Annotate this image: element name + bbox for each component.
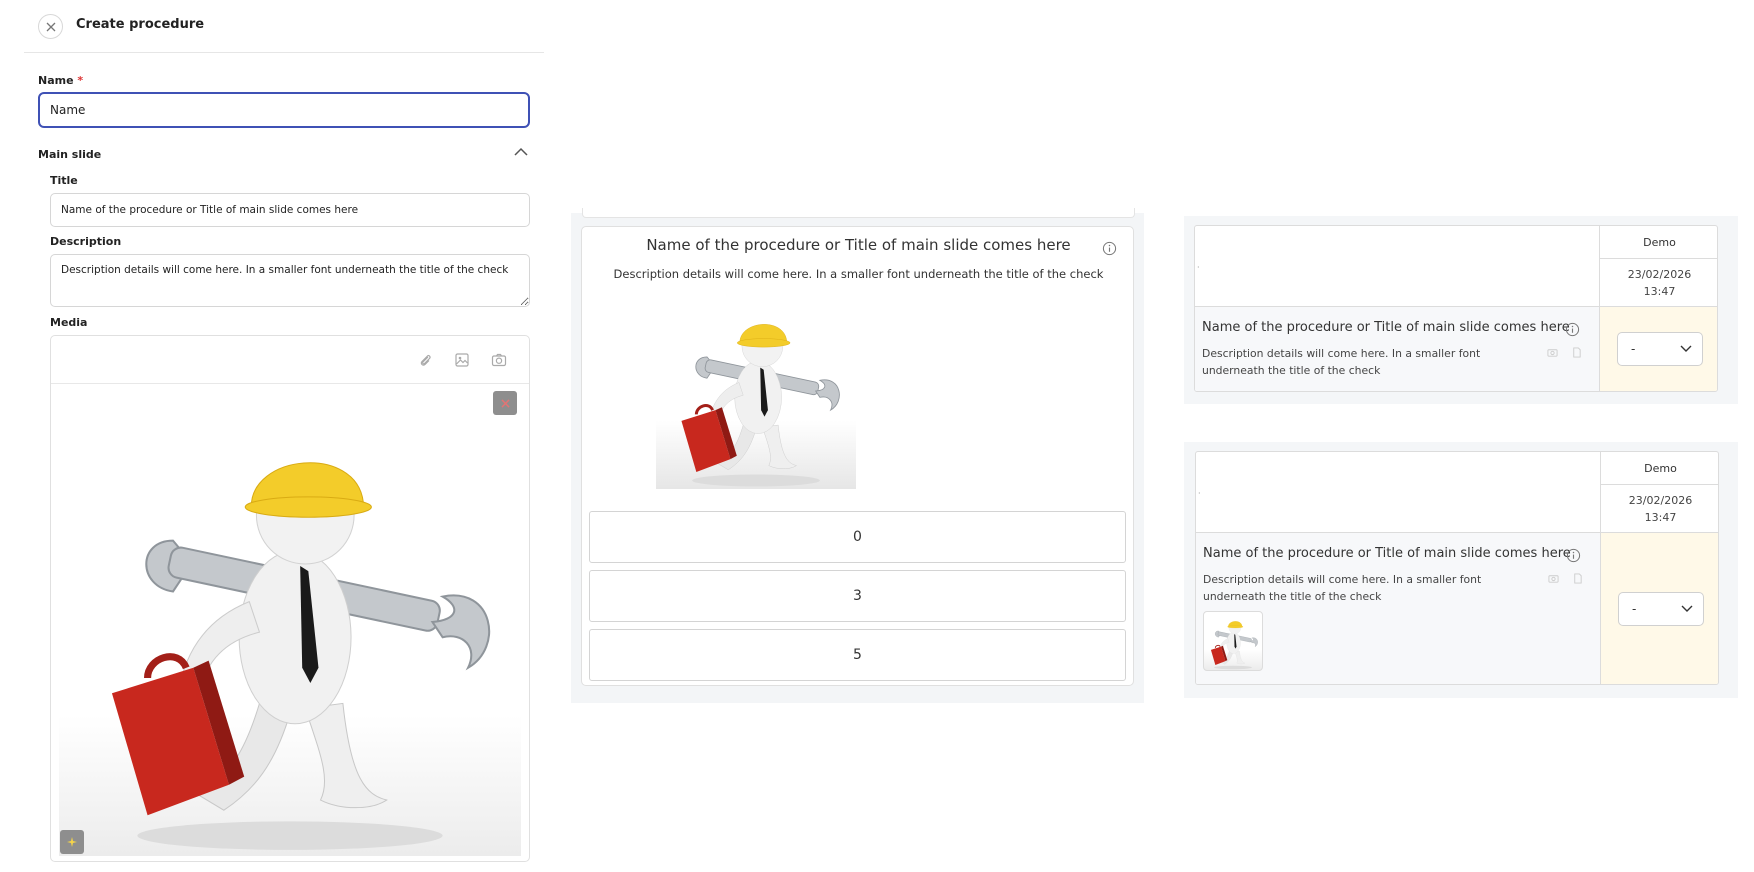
name-label-text: Name — [38, 74, 74, 87]
option-button[interactable]: 5 — [589, 629, 1126, 681]
date-text: 23/02/2026 — [1627, 267, 1692, 281]
column-date: 23/02/2026 13:47 — [1601, 485, 1718, 533]
close-icon — [46, 22, 55, 31]
camera-icon[interactable] — [491, 352, 507, 368]
date-text: 23/02/2026 — [1628, 493, 1693, 507]
preview-description: Description details will come here. In a… — [613, 267, 1104, 281]
magic-edit-button[interactable] — [60, 830, 84, 854]
media-image-worker — [59, 388, 521, 856]
slide-preview-card: Name of the procedure or Title of main s… — [581, 226, 1134, 686]
info-icon[interactable] — [1565, 322, 1580, 337]
select-value: - — [1631, 342, 1636, 356]
document-icon[interactable] — [1571, 347, 1582, 358]
info-icon[interactable] — [1102, 241, 1117, 256]
report-table: · Demo 23/02/2026 13:47 Name of the proc… — [1195, 451, 1719, 685]
row-title: Name of the procedure or Title of main s… — [1202, 320, 1570, 335]
row-title: Name of the procedure or Title of main s… — [1203, 546, 1571, 561]
close-icon — [500, 398, 510, 408]
corner-mark: · — [1198, 489, 1201, 498]
time-text: 13:47 — [1643, 284, 1676, 298]
preview-top-strip — [582, 208, 1135, 218]
image-icon[interactable] — [454, 352, 470, 368]
name-label: Name * — [38, 74, 83, 87]
camera-icon[interactable] — [1547, 347, 1558, 358]
option-button[interactable]: 0 — [589, 511, 1126, 563]
answer-cell: - — [1600, 307, 1717, 391]
answer-cell: - — [1601, 533, 1718, 684]
description-label: Description — [50, 235, 122, 248]
description-textarea[interactable]: Description details will come here. In a… — [50, 254, 530, 307]
page-title: Create procedure — [76, 17, 205, 32]
media-box — [50, 335, 530, 862]
close-button[interactable] — [38, 14, 63, 39]
chevron-down-icon — [1680, 345, 1692, 352]
table-row: Name of the procedure or Title of main s… — [1196, 533, 1601, 684]
title-input[interactable] — [50, 193, 530, 227]
media-thumbnail[interactable] — [1203, 611, 1263, 671]
title-label: Title — [50, 174, 78, 187]
row-description: Description details will come here. In a… — [1202, 347, 1481, 377]
table-row: Name of the procedure or Title of main s… — [1195, 307, 1600, 391]
required-marker: * — [77, 74, 84, 87]
table-corner-cell: · — [1195, 226, 1600, 307]
collapse-chevron-icon[interactable] — [514, 145, 528, 159]
info-icon[interactable] — [1566, 548, 1581, 563]
answer-select[interactable]: - — [1617, 332, 1703, 366]
column-header: Demo — [1600, 226, 1717, 259]
main-slide-section-title: Main slide — [38, 148, 102, 161]
table-corner-cell: · — [1196, 452, 1601, 533]
preview-image-worker — [656, 293, 856, 489]
panel-header: Create procedure — [24, 0, 544, 53]
media-label: Media — [50, 316, 88, 329]
document-icon[interactable] — [1572, 573, 1583, 584]
attachment-icon[interactable] — [417, 352, 433, 368]
sparkle-icon — [67, 837, 77, 847]
time-text: 13:47 — [1644, 510, 1677, 524]
column-header: Demo — [1601, 452, 1718, 485]
corner-mark: · — [1197, 263, 1200, 272]
chevron-down-icon — [1681, 605, 1693, 612]
camera-icon[interactable] — [1548, 573, 1559, 584]
preview-title: Name of the procedure or Title of main s… — [646, 236, 1071, 254]
select-value: - — [1632, 602, 1637, 616]
column-date: 23/02/2026 13:47 — [1600, 259, 1717, 307]
remove-media-button[interactable] — [493, 391, 517, 415]
option-button[interactable]: 3 — [589, 570, 1126, 622]
report-table: · Demo 23/02/2026 13:47 Name of the proc… — [1194, 225, 1718, 392]
media-toolbar — [51, 336, 529, 384]
create-procedure-panel: Create procedure Name * Main slide Title… — [24, 0, 544, 872]
answer-select[interactable]: - — [1618, 592, 1704, 626]
row-description: Description details will come here. In a… — [1203, 573, 1482, 603]
name-input[interactable] — [38, 92, 530, 128]
